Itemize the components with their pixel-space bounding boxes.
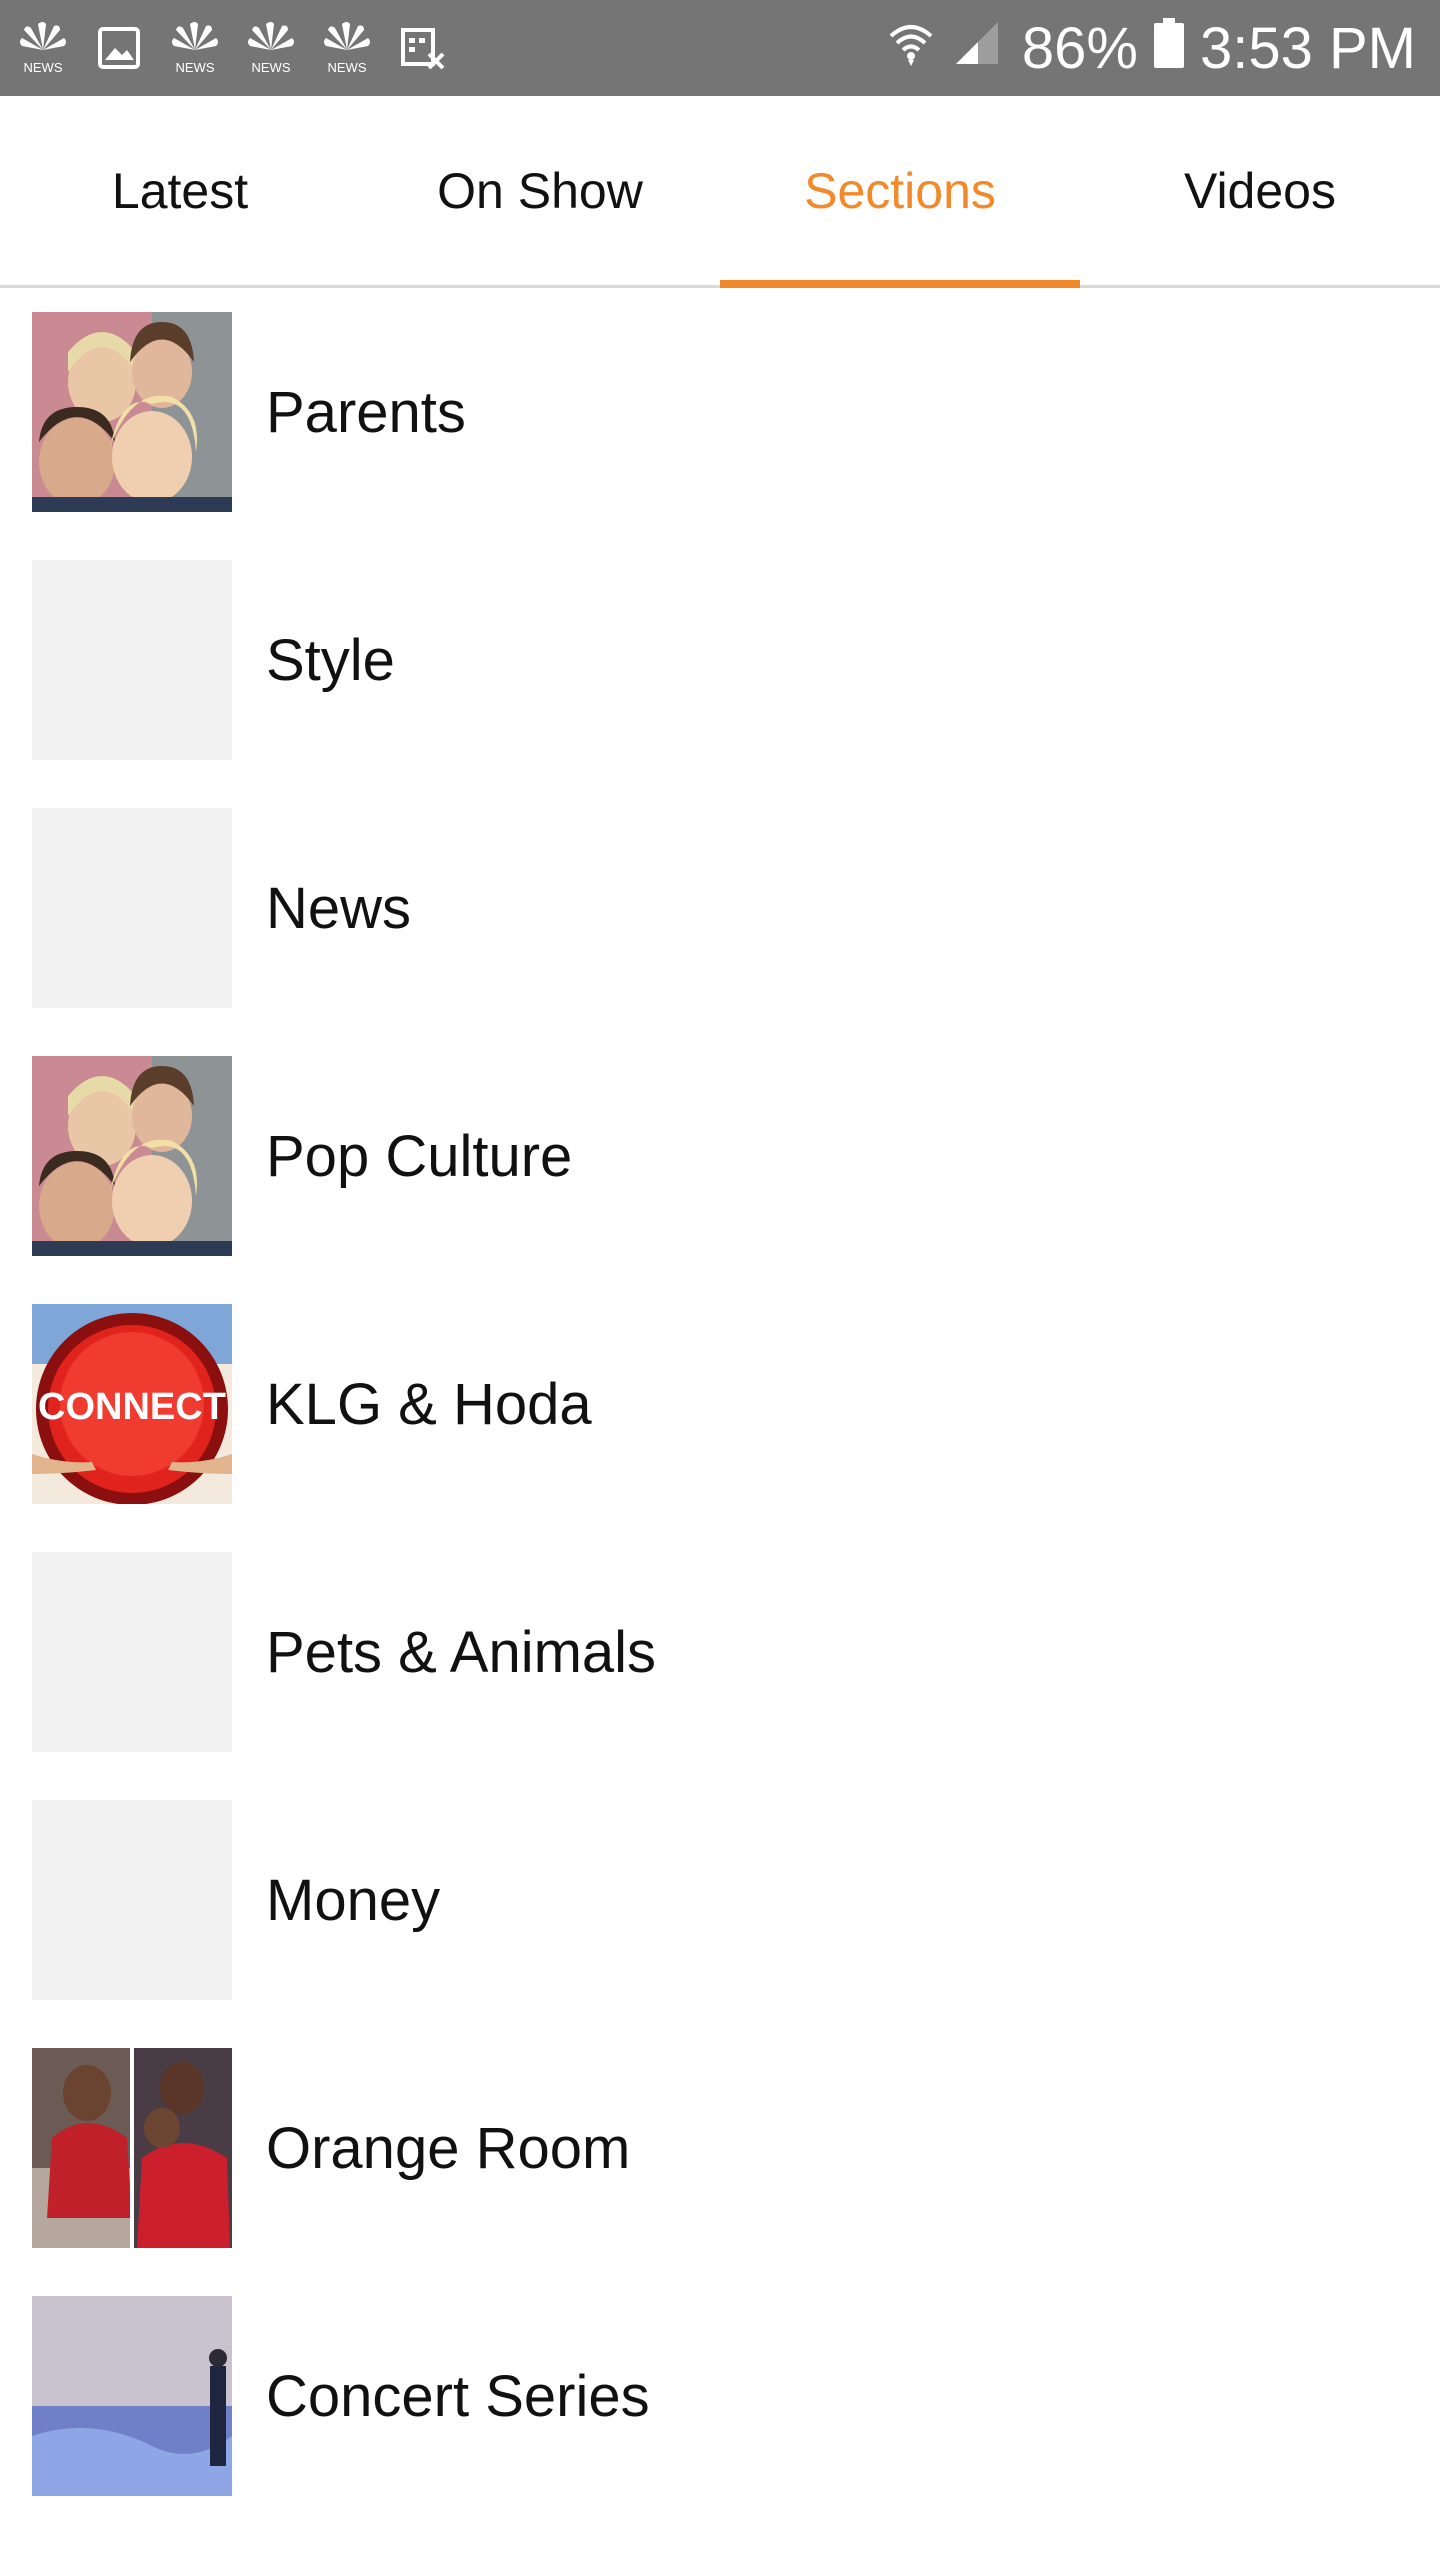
section-thumbnail: CONNECT <box>32 1304 232 1504</box>
section-thumbnail <box>32 560 232 760</box>
section-item-money[interactable]: Money <box>0 1776 1440 2024</box>
section-thumbnail <box>32 1056 232 1256</box>
section-thumbnail <box>32 1800 232 2000</box>
battery-icon <box>1154 15 1184 82</box>
wifi-icon <box>886 15 936 82</box>
svg-text:NEWS: NEWS <box>328 60 367 75</box>
connect-text: CONNECT <box>38 1386 226 1428</box>
section-item-pets-animals[interactable]: Pets & Animals <box>0 1528 1440 1776</box>
nbc-news-icon: NEWS <box>244 18 298 78</box>
section-item-orange-room[interactable]: Orange Room <box>0 2024 1440 2272</box>
section-label: Pop Culture <box>266 1123 573 1189</box>
section-label: News <box>266 875 412 941</box>
section-item-parents[interactable]: Parents <box>0 288 1440 536</box>
section-thumbnail <box>32 1552 232 1752</box>
section-item-klg-hoda[interactable]: CONNECT KLG & Hoda <box>0 1280 1440 1528</box>
section-label: Style <box>266 627 395 693</box>
svg-text:NEWS: NEWS <box>252 60 291 75</box>
section-label: Money <box>266 1867 441 1933</box>
section-thumbnail <box>32 808 232 1008</box>
section-label: Orange Room <box>266 2115 631 2181</box>
sections-list: Parents Style News Pop Culture CONNECT K… <box>0 288 1440 2520</box>
blocked-calendar-icon <box>396 18 450 78</box>
notification-icons: NEWS NEWS NEWS NEWS <box>16 18 450 78</box>
svg-text:NEWS: NEWS <box>176 60 215 75</box>
section-thumbnail <box>32 2296 232 2496</box>
nbc-news-icon: NEWS <box>168 18 222 78</box>
status-bar: NEWS NEWS NEWS NEWS 86% 3:53 PM <box>0 0 1440 96</box>
section-thumbnail <box>32 2048 232 2248</box>
signal-icon <box>952 15 1002 82</box>
nbc-news-icon: NEWS <box>320 18 374 78</box>
gallery-icon <box>92 18 146 78</box>
system-status: 86% 3:53 PM <box>886 15 1416 82</box>
section-label: KLG & Hoda <box>266 1371 592 1437</box>
section-thumbnail <box>32 312 232 512</box>
section-item-pop-culture[interactable]: Pop Culture <box>0 1032 1440 1280</box>
nbc-news-icon: NEWS <box>16 18 70 78</box>
tab-sections[interactable]: Sections <box>720 96 1080 288</box>
tab-videos[interactable]: Videos <box>1080 96 1440 285</box>
tab-latest[interactable]: Latest <box>0 96 360 285</box>
svg-text:NEWS: NEWS <box>24 60 63 75</box>
battery-percent: 86% <box>1021 15 1138 81</box>
tab-on-show[interactable]: On Show <box>360 96 720 285</box>
section-label: Pets & Animals <box>266 1619 657 1685</box>
section-item-news[interactable]: News <box>0 784 1440 1032</box>
section-item-concert-series[interactable]: Concert Series <box>0 2272 1440 2520</box>
section-label: Parents <box>266 379 466 445</box>
section-item-style[interactable]: Style <box>0 536 1440 784</box>
section-label: Concert Series <box>266 2363 650 2429</box>
clock: 3:53 PM <box>1200 15 1416 81</box>
tab-bar: Latest On Show Sections Videos <box>0 96 1440 288</box>
